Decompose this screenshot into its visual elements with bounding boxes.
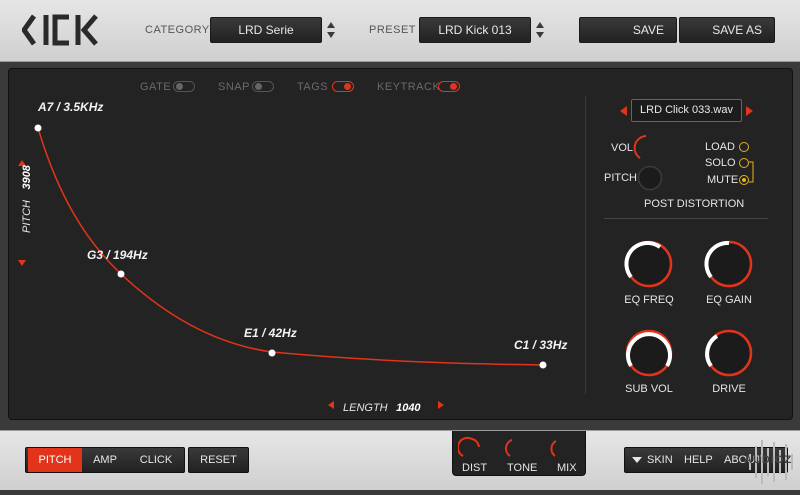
pitch-readout[interactable]: PITCH 3908	[17, 165, 33, 233]
sample-prev-icon[interactable]	[620, 106, 628, 116]
watermark-text: AUDIOZ	[744, 454, 793, 466]
tab-click[interactable]: CLICK	[128, 448, 184, 472]
click-sample-selector[interactable]: LRD Click 033.wav	[631, 99, 742, 122]
sample-next-icon[interactable]	[746, 106, 754, 116]
audioz-watermark: AUDIOZ	[742, 432, 800, 490]
solo-label: SOLO	[705, 157, 736, 169]
section-divider	[604, 218, 768, 219]
point-label: E1 / 42Hz	[244, 326, 297, 340]
length-readout[interactable]: LENGTH 1040	[343, 398, 421, 416]
vol-knob[interactable]	[633, 135, 659, 161]
post-distortion-label: POST DISTORTION	[644, 198, 745, 210]
mix-label: MIX	[557, 462, 577, 474]
eq-freq-knob[interactable]	[620, 238, 678, 290]
click-pitch-label: PITCH	[604, 172, 637, 184]
dist-label: DIST	[462, 462, 488, 474]
drive-knob[interactable]	[700, 327, 758, 379]
sub-vol-knob[interactable]	[620, 327, 678, 379]
length-axis-label: LENGTH	[343, 402, 388, 414]
tab-pitch[interactable]: PITCH	[28, 448, 82, 472]
reset-button[interactable]: RESET	[188, 447, 249, 473]
sub-vol-label: SUB VOL	[625, 383, 673, 395]
envelope-point	[117, 270, 125, 278]
point-label: G3 / 194Hz	[87, 248, 148, 262]
tone-knob[interactable]	[503, 434, 529, 462]
tab-amp[interactable]: AMP	[82, 448, 128, 472]
eq-gain-knob[interactable]	[700, 238, 758, 290]
mute-label: MUTE	[707, 174, 739, 186]
drive-label: DRIVE	[712, 383, 746, 395]
envelope-point	[34, 124, 42, 132]
eq-gain-label: EQ GAIN	[706, 294, 752, 306]
length-value: 1040	[396, 402, 421, 414]
mix-knob[interactable]	[548, 434, 574, 462]
dist-knob[interactable]	[458, 434, 484, 462]
length-right-icon	[438, 401, 444, 409]
skin-menu[interactable]: SKIN	[647, 448, 673, 472]
pitch-value: 3908	[21, 165, 33, 190]
pitch-down-icon	[18, 260, 26, 266]
point-label: A7 / 3.5KHz	[38, 100, 104, 114]
point-label: C1 / 33Hz	[514, 338, 568, 352]
vol-label: VOL	[611, 142, 634, 154]
pitch-axis-label: PITCH	[21, 200, 33, 233]
envelope-point	[268, 349, 276, 357]
tone-label: TONE	[507, 462, 538, 474]
layer-tabs: PITCH AMP CLICK	[25, 447, 185, 473]
length-left-icon	[328, 401, 334, 409]
eq-freq-label: EQ FREQ	[624, 294, 674, 306]
load-label: LOAD	[705, 141, 735, 153]
help-menu[interactable]: HELP	[684, 448, 713, 472]
load-radio[interactable]	[739, 142, 749, 152]
solo-mute-bracket	[749, 161, 754, 183]
menu-arrow-icon[interactable]	[632, 457, 642, 464]
click-pitch-knob[interactable]	[637, 165, 663, 191]
side-divider	[585, 96, 586, 394]
envelope-point	[539, 361, 547, 369]
pitch-envelope-graph[interactable]	[0, 0, 800, 490]
